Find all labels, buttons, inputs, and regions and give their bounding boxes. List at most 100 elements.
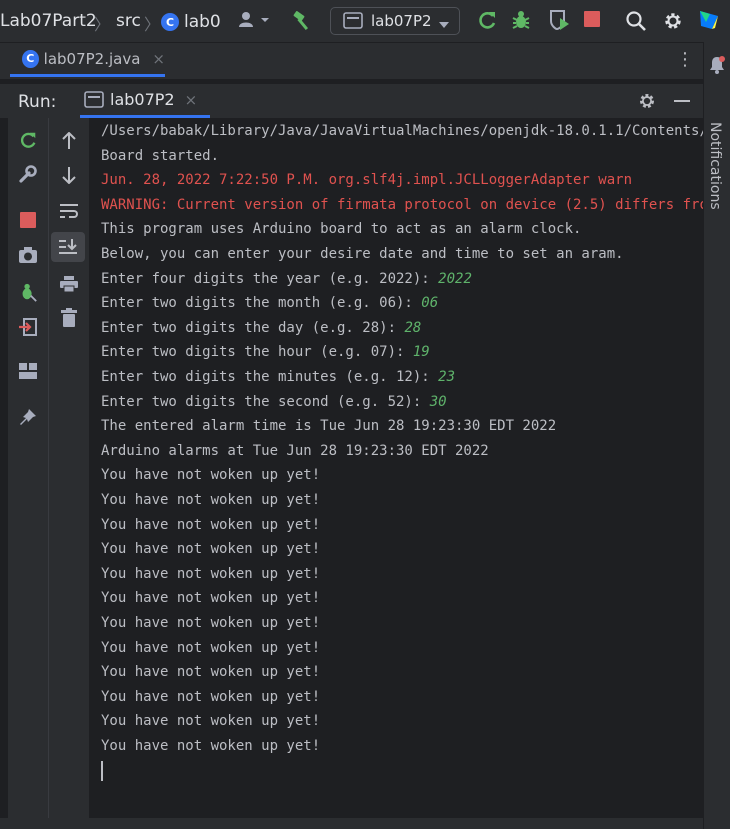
settings-icon[interactable]	[637, 91, 657, 115]
console-line: You have not woken up yet!	[101, 713, 320, 729]
navigation-bar: Lab07Part2 〉 src 〉 C lab0 lab07P2	[0, 0, 730, 43]
console-line-text: You have not woken up yet!	[101, 688, 321, 705]
arrow-up-icon[interactable]	[54, 127, 84, 155]
console-line: Below, you can enter your desire date an…	[101, 246, 624, 262]
console-line: Enter two digits the day (e.g. 28): 28	[101, 320, 421, 336]
console-line: You have not woken up yet!	[101, 664, 320, 680]
console-user-input: 23	[438, 369, 456, 385]
editor-tab[interactable]: C lab07P2.java ×	[10, 43, 165, 77]
console-line-text: Enter two digits the hour (e.g. 07):	[101, 344, 413, 361]
console-line: This program uses Arduino board to act a…	[101, 221, 581, 237]
chevron-down-icon	[439, 15, 449, 33]
console-line: Enter two digits the second (e.g. 52): 3…	[101, 394, 447, 410]
run-left-toolbar	[8, 118, 48, 829]
user-icon[interactable]	[234, 10, 274, 30]
console-line-text: Enter two digits the month (e.g. 06):	[101, 295, 422, 312]
console-line-text: Arduino alarms at Tue Jun 28 19:23:30 ED…	[101, 442, 489, 459]
breadcrumb-file[interactable]: C lab0	[161, 12, 221, 32]
console-line-text: You have not woken up yet!	[101, 492, 321, 508]
run-tab-label: lab07P2	[110, 90, 175, 109]
console-line: You have not woken up yet!	[101, 640, 320, 656]
console-line: You have not woken up yet!	[101, 689, 320, 705]
java-class-icon: C	[161, 13, 179, 31]
hammer-icon[interactable]	[289, 9, 317, 33]
console-line-text: This program uses Arduino board to act a…	[101, 221, 582, 238]
stop-icon[interactable]	[13, 206, 43, 234]
stop-icon[interactable]	[582, 11, 602, 27]
console-line: /Users/babak/Library/Java/JavaVirtualMac…	[101, 123, 703, 139]
ide-logo-icon[interactable]	[696, 8, 722, 32]
console-line-text: You have not woken up yet!	[101, 590, 321, 607]
close-icon[interactable]: ×	[185, 91, 198, 109]
console-line-text: /Users/babak/Library/Java/JavaVirtualMac…	[101, 123, 703, 139]
console-line-text: Enter two digits the second (e.g. 52):	[101, 393, 430, 410]
bell-icon[interactable]	[709, 56, 725, 78]
console-line: Arduino alarms at Tue Jun 28 19:23:30 ED…	[101, 443, 489, 459]
console-icon	[343, 12, 363, 29]
rerun-icon[interactable]	[13, 126, 43, 154]
console-line-text: WARNING: Current version of firmata prot…	[101, 196, 703, 213]
print-icon[interactable]	[54, 270, 84, 298]
run-tab[interactable]: lab07P2 ×	[80, 84, 210, 118]
run-tool-window-header: Run: lab07P2 ×	[0, 84, 703, 118]
console-line: You have not woken up yet!	[101, 590, 320, 606]
scroll-to-end-icon[interactable]	[51, 232, 85, 262]
rerun-icon[interactable]	[474, 9, 500, 31]
console-user-input: 2022	[438, 270, 472, 287]
run-configuration-selector[interactable]: lab07P2	[330, 7, 460, 35]
exit-icon[interactable]	[13, 313, 43, 341]
settings-icon[interactable]	[661, 10, 685, 32]
console-line: You have not woken up yet!	[101, 541, 320, 557]
console-line-text: You have not woken up yet!	[101, 639, 321, 656]
console-line-text: You have not woken up yet!	[101, 664, 321, 681]
console-line: The entered alarm time is Tue Jun 28 19:…	[101, 418, 556, 434]
notifications-tab[interactable]: Notifications	[707, 122, 723, 210]
console-line-text: Enter two digits the day (e.g. 28):	[101, 319, 405, 336]
console-line: You have not woken up yet!	[101, 615, 320, 631]
run-label: Run:	[18, 92, 57, 112]
console-error-line: Jun. 28, 2022 7:22:50 P.M. org.slf4j.imp…	[101, 172, 632, 188]
console-line: You have not woken up yet!	[101, 492, 320, 508]
breadcrumb-project[interactable]: Lab07Part2	[0, 11, 97, 31]
breadcrumb-folder[interactable]: src	[116, 11, 141, 31]
console-line: You have not woken up yet!	[101, 517, 320, 533]
wrench-icon[interactable]	[13, 160, 43, 188]
layout-icon[interactable]	[13, 357, 43, 385]
console-output[interactable]: /Users/babak/Library/Java/JavaVirtualMac…	[89, 118, 703, 818]
console-user-input: 28	[404, 319, 422, 336]
console-line-text: Below, you can enter your desire date an…	[101, 246, 624, 262]
camera-icon[interactable]	[13, 241, 43, 269]
soft-wrap-icon[interactable]	[54, 197, 84, 225]
console-user-input: 19	[412, 344, 430, 361]
console-line-text: Jun. 28, 2022 7:22:50 P.M. org.slf4j.imp…	[101, 172, 633, 189]
minimize-icon[interactable]	[674, 100, 690, 102]
console-line: Board started.	[101, 148, 219, 164]
trash-icon[interactable]	[54, 304, 84, 332]
debug-icon[interactable]	[508, 9, 534, 31]
more-options-icon[interactable]: ⋮	[676, 51, 694, 69]
editor-tab-bar: C lab07P2.java × ⋮	[0, 43, 703, 79]
console-line-text: The entered alarm time is Tue Jun 28 19:…	[101, 418, 557, 435]
right-tool-strip: Notifications	[703, 42, 730, 829]
breadcrumb-separator: 〉	[144, 15, 161, 34]
console-line-text: You have not woken up yet!	[101, 565, 321, 582]
console-line: You have not woken up yet!	[101, 738, 320, 754]
text-cursor	[101, 761, 103, 781]
console-line-text: You have not woken up yet!	[101, 516, 321, 533]
pin-icon[interactable]	[13, 403, 43, 431]
console-icon	[84, 90, 104, 108]
console-toolbar	[48, 118, 89, 829]
console-line: Enter two digits the minutes (e.g. 12): …	[101, 369, 455, 385]
console-line-text: Enter two digits the minutes (e.g. 12):	[101, 369, 439, 385]
debug-icon[interactable]	[13, 278, 43, 306]
search-icon[interactable]	[624, 10, 648, 32]
java-class-icon: C	[22, 49, 39, 68]
close-icon[interactable]: ×	[152, 50, 165, 68]
coverage-icon[interactable]	[546, 9, 572, 31]
run-configuration-label: lab07P2	[371, 12, 432, 30]
console-line: Enter two digits the month (e.g. 06): 06	[101, 295, 438, 311]
console-line-text: You have not woken up yet!	[101, 738, 321, 754]
console-user-input: 06	[421, 295, 439, 312]
editor-tab-label: lab07P2.java	[43, 49, 141, 68]
arrow-down-icon[interactable]	[54, 161, 84, 189]
